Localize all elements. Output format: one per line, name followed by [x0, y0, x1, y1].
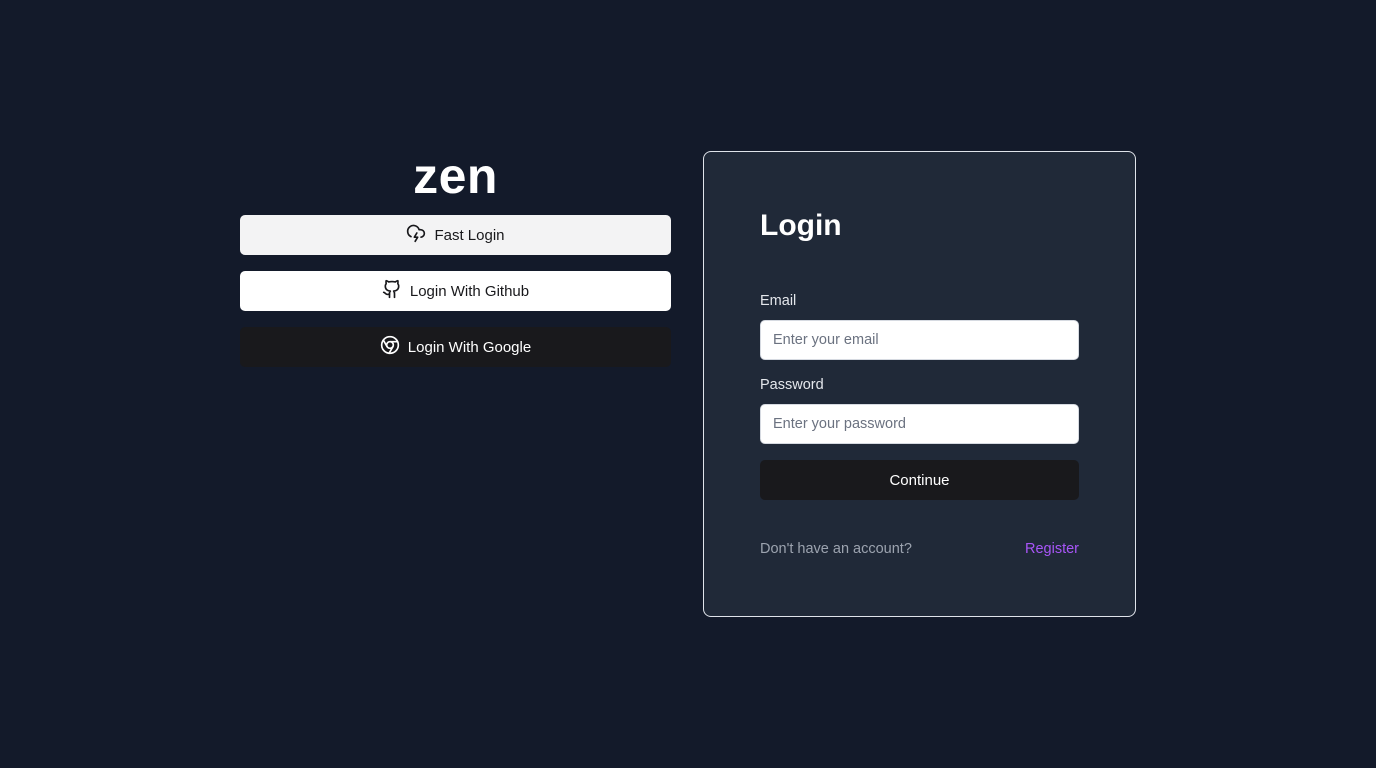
login-title: Login: [760, 209, 842, 242]
register-link[interactable]: Register: [1025, 541, 1079, 557]
github-login-button[interactable]: Login With Github: [240, 271, 671, 311]
email-label: Email: [760, 293, 797, 309]
password-field[interactable]: [760, 404, 1079, 444]
github-login-label: Login With Github: [409, 282, 530, 300]
brand-logo: zen: [413, 148, 498, 204]
cloud-lightning-icon: [406, 223, 426, 247]
fast-login-button[interactable]: Fast Login: [240, 215, 671, 255]
no-account-text: Don't have an account?: [760, 541, 912, 557]
login-card: Login Email Password Continue Don't have…: [703, 151, 1136, 617]
google-login-button[interactable]: Login With Google: [240, 327, 671, 367]
github-icon: [382, 279, 402, 303]
login-page: zen Fast Login Login With Github Login W…: [0, 0, 1376, 768]
fast-login-label: Fast Login: [434, 226, 505, 244]
chrome-icon: [380, 335, 400, 359]
continue-button[interactable]: Continue: [760, 460, 1079, 500]
password-label: Password: [760, 377, 824, 393]
email-field[interactable]: [760, 320, 1079, 360]
register-prompt: Don't have an account? Register: [760, 541, 1079, 557]
social-login-panel: zen Fast Login Login With Github Login W…: [240, 146, 671, 383]
google-login-label: Login With Google: [407, 338, 532, 356]
